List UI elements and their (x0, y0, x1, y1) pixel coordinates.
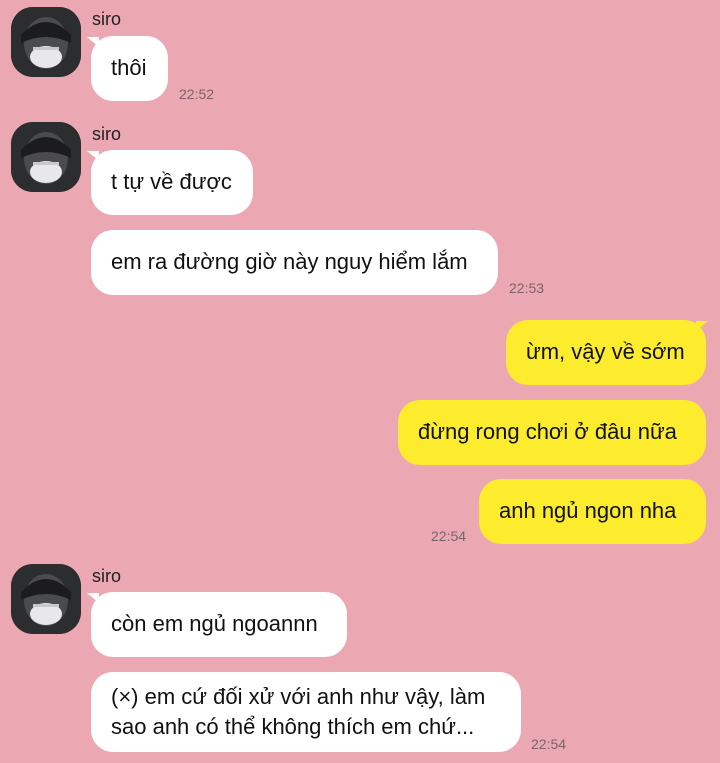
avatar[interactable] (11, 564, 81, 634)
sender-name: siro (92, 566, 122, 586)
message-text: t tự về được (111, 169, 232, 194)
message-timestamp: 22:54 (531, 736, 567, 752)
avatar[interactable] (11, 7, 81, 77)
message-bubble[interactable]: anh ngủ ngon nha (479, 479, 706, 544)
message-text: thôi (111, 55, 147, 80)
message-timestamp: 22:53 (509, 280, 545, 296)
message-timestamp: 22:52 (179, 86, 215, 102)
message-bubble[interactable]: em ra đường giờ này nguy hiểm lắm (91, 230, 498, 295)
user-avatar-icon (11, 122, 81, 192)
sender-name: siro (92, 124, 122, 144)
sender-name: siro (92, 9, 122, 29)
message-text-line: (×) em cứ đối xử với anh như vậy, làm (111, 684, 486, 709)
message-timestamp: 22:54 (431, 528, 467, 544)
message-bubble[interactable]: đừng rong chơi ở đâu nữa (398, 400, 706, 465)
message-bubble[interactable]: (×) em cứ đối xử với anh như vậy, làm sa… (91, 672, 521, 752)
message-bubble[interactable]: còn em ngủ ngoannn (91, 592, 347, 657)
message-text: đừng rong chơi ở đâu nữa (418, 419, 677, 444)
avatar[interactable] (11, 122, 81, 192)
user-avatar-icon (11, 564, 81, 634)
message-bubble[interactable]: thôi (91, 36, 168, 101)
user-avatar-icon (11, 7, 81, 77)
message-text-line: sao anh có thể không thích em chứ... (111, 714, 475, 739)
message-text: ừm, vậy về sớm (526, 339, 685, 364)
message-text: em ra đường giờ này nguy hiểm lắm (111, 249, 468, 274)
message-bubble[interactable]: t tự về được (91, 150, 253, 215)
message-bubble[interactable]: ừm, vậy về sớm (506, 320, 706, 385)
message-text: anh ngủ ngon nha (499, 498, 677, 523)
message-text: còn em ngủ ngoannn (111, 611, 318, 636)
